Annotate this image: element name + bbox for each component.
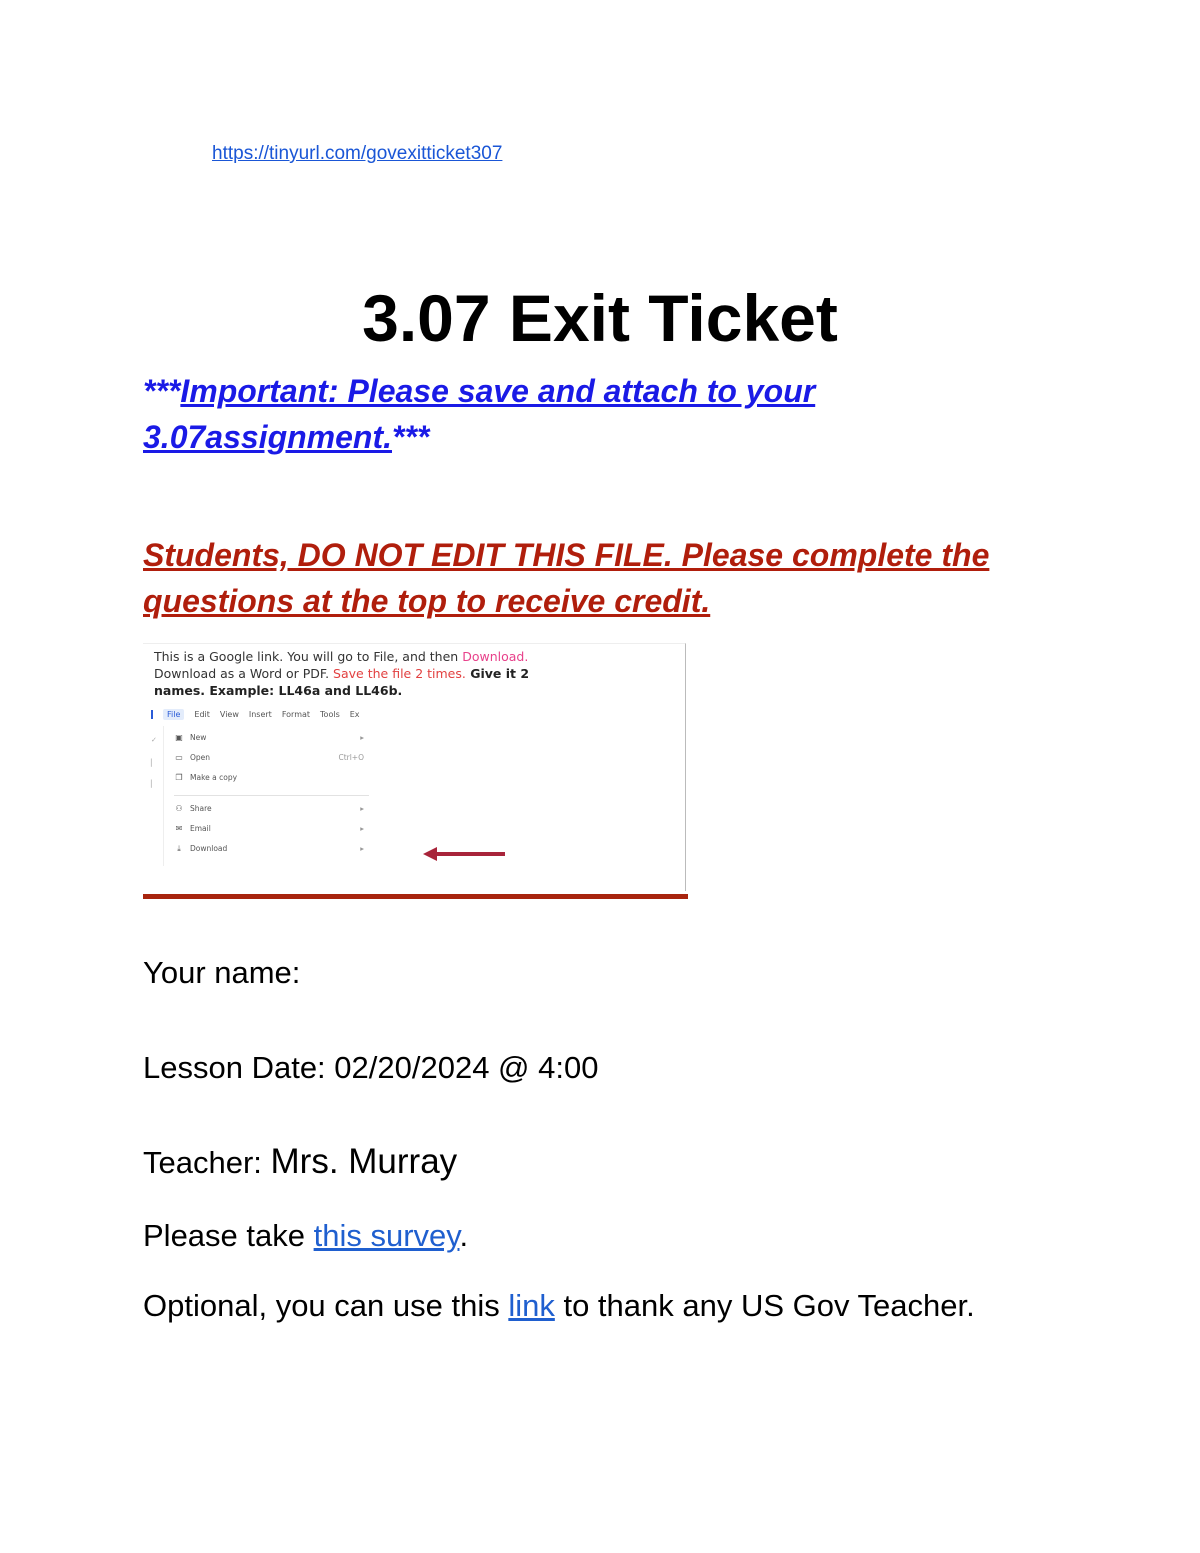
open-icon: ▭	[175, 753, 183, 762]
fig-save-twice: Save the file 2 times.	[333, 666, 466, 681]
menu-format: Format	[281, 710, 311, 719]
instruction-screenshot: This is a Google link. You will go to Fi…	[143, 643, 688, 901]
instruction-text: This is a Google link. You will go to Fi…	[154, 648, 654, 699]
tinyurl-link[interactable]: https://tinyurl.com/govexitticket307	[212, 143, 502, 165]
menu-item-new: ▣ New ▸	[175, 733, 364, 742]
survey-after: .	[459, 1218, 469, 1253]
menu-item-email: ✉ Email ▸	[175, 824, 364, 833]
share-icon: ⚇	[175, 804, 183, 813]
fig-download-word: Download.	[462, 649, 529, 664]
thank-teacher-link[interactable]: link	[508, 1288, 555, 1323]
copy-icon: ❐	[175, 773, 183, 782]
menu-edit: Edit	[194, 710, 210, 719]
important-text: Important: Please save and attach to you…	[143, 373, 816, 455]
important-prefix: ***	[143, 373, 181, 409]
menu-extensions: Ex	[349, 710, 360, 719]
menu-view: View	[219, 710, 239, 719]
file-menu-panel: ▣ New ▸ ▭ Open Ctrl+O ❐ Make a copy ⚇ Share …	[163, 726, 369, 866]
survey-line: Please take this survey.	[143, 1213, 468, 1259]
do-not-edit-warning: Students, DO NOT EDIT THIS FILE. Please …	[143, 537, 990, 619]
menu-tools: Tools	[320, 710, 340, 719]
download-icon: ⤓	[177, 844, 181, 853]
email-icon: ✉	[175, 824, 183, 833]
left-tick-icon: ▏	[151, 781, 157, 788]
important-notice: ***Important: Please save and attach to …	[143, 368, 1073, 460]
optional-before: Optional, you can use this	[143, 1288, 509, 1323]
fig-line2: Download as a Word or PDF.	[154, 666, 334, 681]
menu-divider	[174, 795, 369, 796]
menu-file: File	[163, 709, 185, 720]
optional-after: to thank any US Gov Teacher.	[554, 1288, 975, 1323]
menu-item-download: ⤓ Download ▸	[174, 844, 364, 856]
survey-before: Please take	[143, 1218, 314, 1253]
lesson-date: Lesson Date: 02/20/2024 @ 4:00	[143, 1050, 599, 1085]
optional-line: Optional, you can use this link to thank…	[143, 1282, 1023, 1330]
red-divider-bar	[143, 894, 688, 899]
arrow-left-icon	[423, 847, 505, 861]
teacher-line: Teacher: Mrs. Murray	[143, 1139, 457, 1186]
menu-insert: Insert	[248, 710, 272, 719]
menu-item-open: ▭ Open Ctrl+O	[175, 753, 364, 762]
fig-give-names: Give it 2	[465, 666, 530, 681]
survey-link[interactable]: this survey	[314, 1218, 460, 1253]
screenshot-frame: This is a Google link. You will go to Fi…	[143, 643, 686, 891]
new-icon: ▣	[175, 733, 183, 742]
teacher-name: Mrs. Murray	[270, 1142, 458, 1181]
fig-line1: This is a Google link. You will go to Fi…	[154, 649, 463, 664]
left-tick-icon: ▏	[151, 760, 157, 767]
menu-item-share: ⚇ Share ▸	[175, 804, 364, 813]
teacher-label: Teacher:	[143, 1145, 271, 1180]
cursor-marker	[151, 710, 153, 719]
important-suffix: ***	[392, 419, 430, 455]
your-name-label: Your name:	[143, 955, 301, 990]
left-tick-icon: ✓	[151, 737, 157, 744]
docs-menubar: File Edit View Insert Format Tools Ex	[151, 709, 370, 720]
menu-item-make-copy: ❐ Make a copy	[175, 773, 238, 782]
fig-line3: names. Example: LL46a and LL46b.	[154, 683, 403, 698]
page-title: 3.07 Exit Ticket	[362, 281, 838, 355]
